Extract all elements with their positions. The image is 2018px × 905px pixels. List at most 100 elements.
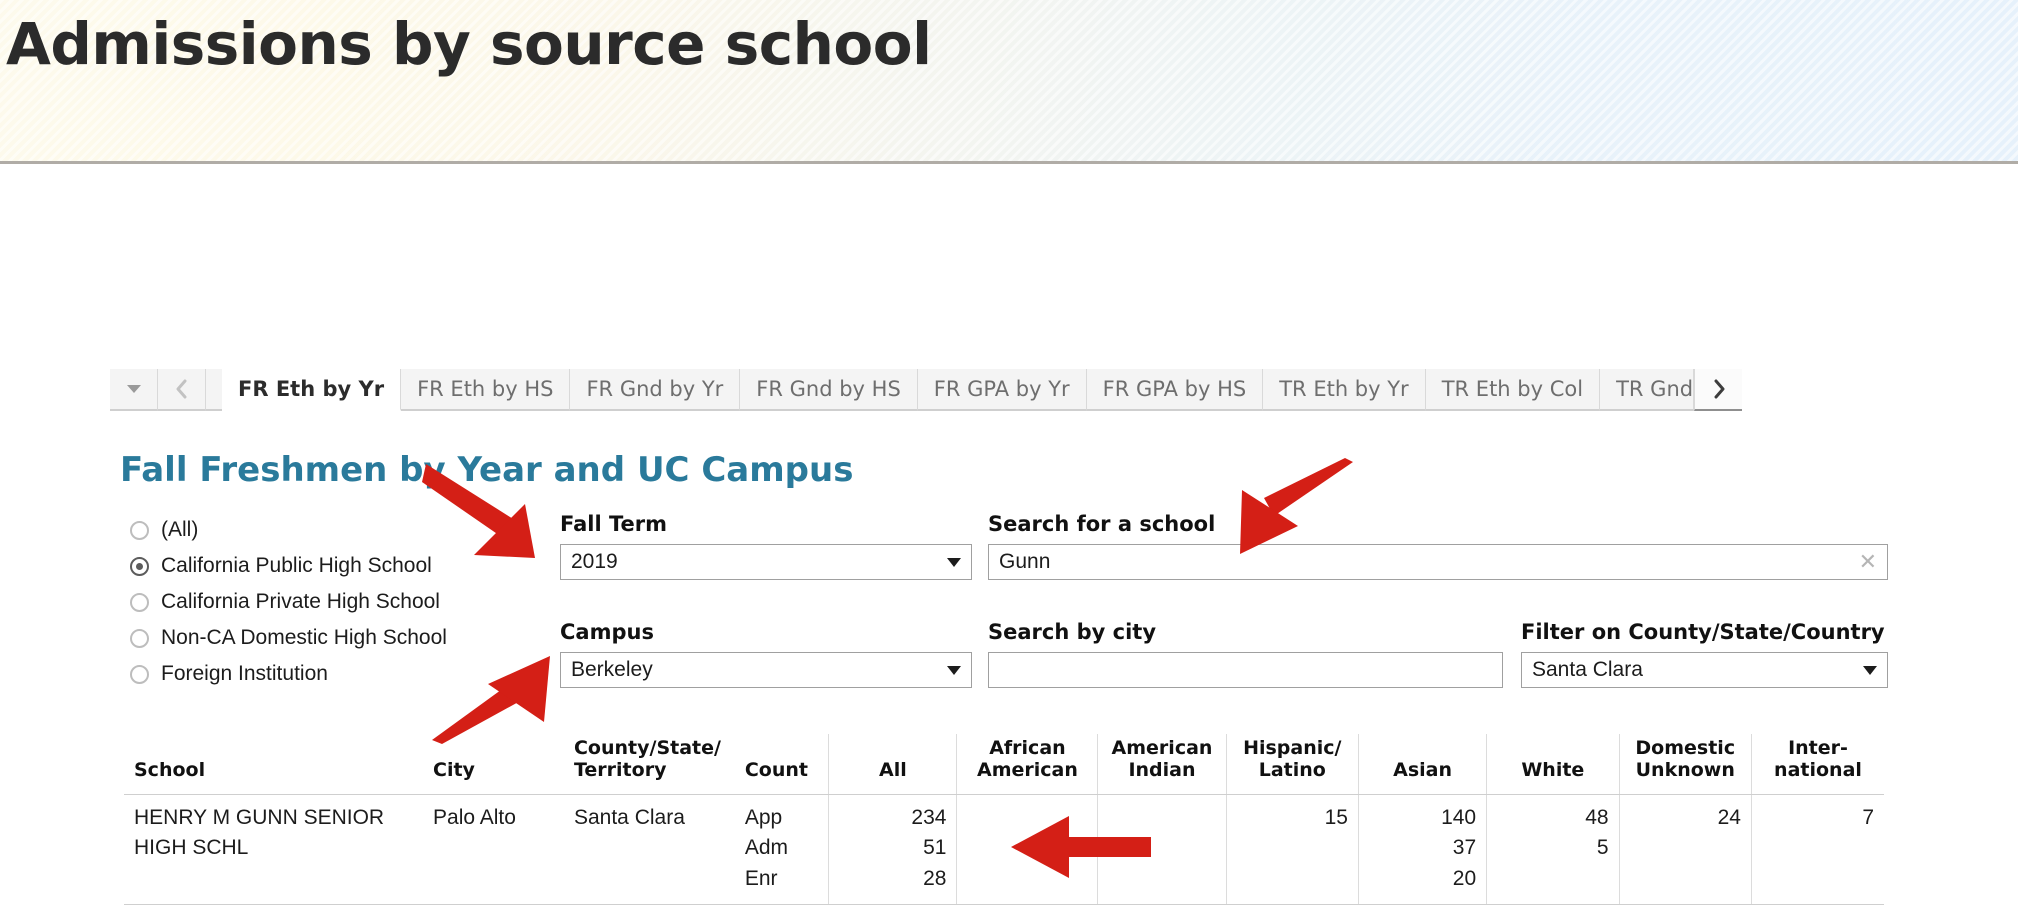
tab-label: FR Eth by Yr [238,377,385,401]
column-header-city[interactable]: City [423,734,564,795]
tab-tr-eth-by-col[interactable]: TR Eth by Col [1425,369,1601,411]
county-filter-dropdown[interactable]: Santa Clara [1521,652,1888,688]
cell-school: HENRY M GUNN SENIOR HIGH SCHL [124,794,424,905]
header-label: City [433,758,475,781]
tab-label: FR GPA by HS [1102,377,1247,401]
search-school-value: Gunn [999,550,1051,573]
all-enr: 28 [923,866,947,890]
african-american-enr [967,864,1087,894]
campus-label: Campus [560,620,654,644]
column-header-all[interactable]: All [828,734,957,795]
tab-strip-spacer [206,369,222,411]
search-city-input[interactable] [988,652,1503,688]
domestic-unknown-adm [1630,833,1741,863]
tab-tr-gnd[interactable]: TR Gnd [1600,369,1695,411]
header-label: Inter-national [1774,737,1862,781]
fall-term-label: Fall Term [560,512,668,536]
tab-strip: FR Eth by Yr FR Eth by HS FR Gnd by Yr F… [110,369,1743,411]
fall-term-dropdown[interactable]: 2019 [560,544,972,580]
radio-option-all[interactable]: (All) [130,512,530,548]
viz-title: Fall Freshmen by Year and UC Campus [120,450,854,490]
chevron-down-icon [126,385,141,393]
domestic-unknown-enr [1630,864,1741,894]
chevron-down-icon [947,557,961,567]
page-title: Admissions by source school [6,10,932,78]
international-app: 7 [1862,805,1874,829]
search-city-label: Search by city [988,620,1157,644]
tab-next-button[interactable] [1694,369,1743,411]
column-header-african-american[interactable]: African American [956,734,1098,795]
asian-app: 140 [1441,805,1477,829]
white-app: 48 [1585,805,1609,829]
tab-label: TR Eth by Col [1441,377,1584,401]
tab-label: TR Eth by Yr [1279,377,1409,401]
african-american-app [967,803,1087,833]
tab-fr-eth-by-yr[interactable]: FR Eth by Yr [222,369,402,411]
tab-fr-gnd-by-hs[interactable]: FR Gnd by HS [740,369,918,411]
tab-dropdown-button[interactable] [110,369,158,411]
radio-icon [130,592,149,612]
search-school-label: Search for a school [988,512,1216,536]
radio-option-non-ca-domestic-high-school[interactable]: Non-CA Domestic High School [130,620,530,656]
radio-icon [130,520,149,540]
chevron-left-icon [176,379,186,399]
all-app: 234 [911,805,947,829]
search-school-input[interactable]: Gunn ✕ [988,544,1888,580]
campus-value: Berkeley [571,658,653,681]
american-indian-adm [1108,833,1215,863]
column-header-school[interactable]: School [124,734,424,795]
column-header-hispanic-latino[interactable]: Hispanic/Latino [1225,734,1359,795]
close-icon[interactable]: ✕ [1859,551,1877,573]
cell-international: 7 [1750,794,1884,905]
tab-prev-button[interactable] [158,369,206,411]
hispanic-latino-adm [1237,833,1348,863]
radio-option-california-private-high-school[interactable]: California Private High School [130,584,530,620]
column-header-american-indian[interactable]: American Indian [1097,734,1227,795]
radio-label: California Public High School [161,554,432,577]
cell-hispanic-latino: 15 [1225,794,1359,905]
radio-label: Foreign Institution [161,662,328,685]
column-header-domestic-unknown[interactable]: Domestic Unknown [1618,734,1752,795]
page-banner: Admissions by source school [0,0,2018,164]
american-indian-app [1108,803,1215,833]
column-header-county[interactable]: County/State/Territory [563,734,735,795]
search-school-field: Search for a school Gunn ✕ [988,512,1888,580]
header-label: Count [744,758,808,781]
header-label: White [1521,758,1585,781]
header-label: Asian [1393,758,1452,781]
header-label: American Indian [1111,737,1213,781]
tab-fr-gpa-by-yr[interactable]: FR GPA by Yr [917,369,1087,411]
column-header-international[interactable]: Inter-national [1750,734,1884,795]
white-adm: 5 [1596,836,1609,860]
cell-african-american [956,794,1098,905]
fall-term-value: 2019 [571,550,618,573]
column-header-asian[interactable]: Asian [1357,734,1487,795]
table-header-row: School City County/State/Territory Count… [124,734,1884,795]
column-header-white[interactable]: White [1486,734,1620,795]
table-row[interactable]: HENRY M GUNN SENIOR HIGH SCHL Palo Alto … [124,794,1884,905]
radio-icon-selected [130,556,149,576]
asian-enr: 20 [1452,866,1477,890]
campus-field: Campus Berkeley [560,620,972,688]
radio-option-california-public-high-school[interactable]: California Public High School [130,548,530,584]
radio-option-foreign-institution[interactable]: Foreign Institution [130,656,530,692]
african-american-adm [967,833,1087,863]
hispanic-latino-app: 15 [1324,805,1348,829]
asian-adm: 37 [1452,836,1477,860]
header-label: County/State/Territory [573,737,721,781]
tab-fr-gnd-by-yr[interactable]: FR Gnd by Yr [570,369,741,411]
column-header-count[interactable]: Count [734,734,829,795]
campus-dropdown[interactable]: Berkeley [560,652,972,688]
radio-label: California Private High School [161,590,440,613]
cell-count-labels: App Adm Enr [734,794,829,905]
cell-asian: 140 37 20 [1357,794,1487,905]
tab-label: FR Gnd by Yr [586,377,724,401]
radio-label: Non-CA Domestic High School [161,626,447,649]
count-label-enr: Enr [744,866,778,890]
tab-tr-eth-by-yr[interactable]: TR Eth by Yr [1263,369,1426,411]
tab-fr-eth-by-hs[interactable]: FR Eth by HS [401,369,571,411]
school-name: HENRY M GUNN SENIOR HIGH SCHL [134,805,385,860]
fall-term-field: Fall Term 2019 [560,512,972,580]
tab-fr-gpa-by-hs[interactable]: FR GPA by HS [1086,369,1264,411]
cell-american-indian [1097,794,1227,905]
